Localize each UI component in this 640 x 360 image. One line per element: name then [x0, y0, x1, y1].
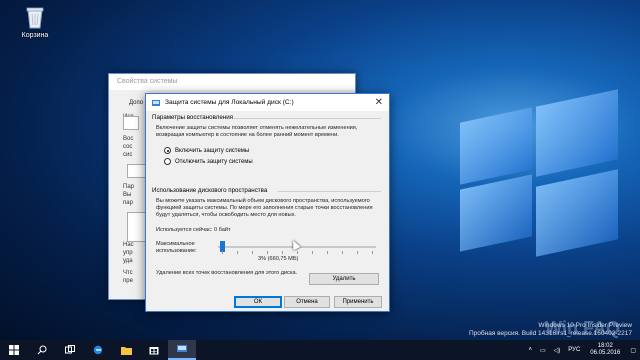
side-text: Вы [123, 192, 132, 198]
volume-icon[interactable]: ◁) [554, 347, 561, 354]
side-text: сос [123, 144, 133, 150]
clock[interactable]: 18:02 06.05.2016 [590, 343, 620, 357]
dialog-title: Защита системы для Локальный диск (C:) [165, 99, 294, 106]
recycle-bin-label: Корзина [21, 32, 49, 39]
search-icon[interactable] [28, 340, 56, 360]
explorer-icon[interactable] [112, 340, 140, 360]
close-icon[interactable]: ✕ [375, 97, 383, 108]
restore-settings-label: Параметры восстановления [152, 114, 234, 121]
radio-button-selected[interactable] [164, 147, 171, 154]
shield-icon [123, 116, 139, 130]
tab-advanced[interactable]: Допо [129, 100, 143, 106]
ok-button[interactable]: ОК [234, 296, 282, 308]
system-protection-dialog[interactable]: Защита системы для Локальный диск (C:) ✕… [145, 93, 390, 312]
max-usage-label: Максимальное использование: [156, 241, 197, 255]
side-text: сис [123, 152, 133, 158]
side-text: Вос [123, 136, 134, 142]
current-usage: Используется сейчас: 0 байт [156, 227, 231, 233]
max-usage-value: 3% (660,75 МБ) [258, 256, 299, 262]
slider-ticks [222, 251, 376, 254]
cancel-button[interactable]: Отмена [284, 296, 330, 308]
clock-date: 06.05.2016 [590, 350, 621, 356]
recycle-bin-icon [22, 4, 48, 30]
radio-disable-label: Отключить защиту системы [175, 158, 253, 165]
clock-time: 18:02 [597, 343, 613, 349]
restore-description: Включение защиты системы позволяет отмен… [156, 125, 358, 139]
language-indicator[interactable]: РУС [568, 347, 580, 353]
chevron-up-icon[interactable]: ˄ [528, 347, 532, 353]
side-text: пре [123, 278, 133, 284]
disk-description: Вы можете указать максимальный объем дис… [156, 198, 373, 219]
disk-usage-label: Использование дискового пространства [152, 187, 268, 194]
system-tray: ˄ ▭ ◁) РУС 18:02 06.05.2016 ▢ [524, 340, 640, 360]
edge-icon[interactable] [84, 340, 112, 360]
radio-enable-label: Включить защиту системы [175, 147, 250, 154]
system-protection-taskbar-icon[interactable] [168, 340, 196, 360]
side-text: Нас [123, 242, 134, 248]
store-icon[interactable] [140, 340, 168, 360]
system-properties-title: Свойства системы [109, 74, 355, 90]
system-protection-icon [152, 99, 160, 107]
side-text: уда [123, 258, 133, 264]
winfaq-watermark: Win FAQ [545, 318, 620, 338]
network-icon[interactable]: ▭ [540, 347, 546, 354]
start-icon[interactable] [0, 340, 28, 360]
dialog-titlebar[interactable]: Защита системы для Локальный диск (C:) ✕ [146, 94, 389, 111]
divider [278, 191, 381, 192]
side-text: Чтс [123, 270, 133, 276]
delete-button[interactable]: Удалить [309, 273, 379, 285]
task-view-icon[interactable] [56, 340, 84, 360]
windows-logo-wallpaper [380, 60, 640, 340]
notifications-icon[interactable]: ▢ [630, 347, 636, 354]
radio-enable-protection[interactable]: Включить защиту системы [164, 147, 249, 154]
side-text: Пар [123, 184, 134, 190]
recycle-bin-desktop-icon[interactable]: Корзина [10, 4, 60, 39]
side-text: упр [123, 250, 133, 256]
side-text: пар [123, 200, 133, 206]
divider [234, 118, 381, 119]
delete-description: Удаление всех точек восстановления для э… [156, 270, 298, 276]
apply-button[interactable]: Применить [334, 296, 382, 308]
taskbar: ˄ ▭ ◁) РУС 18:02 06.05.2016 ▢ [0, 340, 640, 360]
radio-disable-protection[interactable]: Отключить защиту системы [164, 158, 253, 165]
radio-button[interactable] [164, 158, 171, 165]
